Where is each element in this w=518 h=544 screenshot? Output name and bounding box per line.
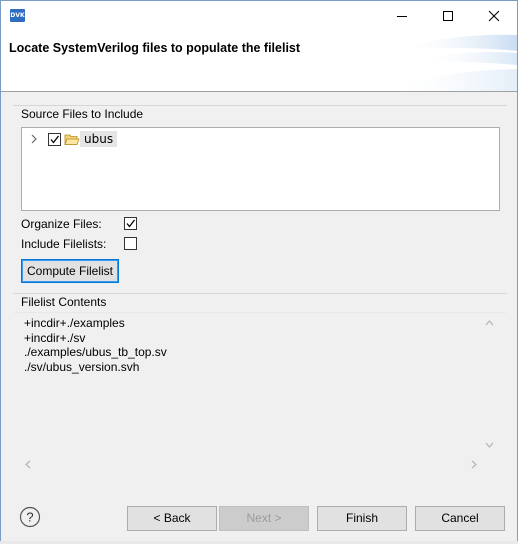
source-files-tree[interactable]: ubus xyxy=(21,127,500,211)
wizard-header: Locate SystemVerilog files to populate t… xyxy=(1,31,517,92)
organize-files-checkbox[interactable] xyxy=(124,217,137,230)
wizard-window: DVK Locate SystemVerilog files to popula… xyxy=(0,0,518,542)
filelist-line: +incdir+./sv xyxy=(24,330,86,345)
checkmark-icon xyxy=(50,135,60,144)
close-button[interactable] xyxy=(471,1,517,31)
minimize-button[interactable] xyxy=(379,1,425,31)
scroll-left-icon[interactable] xyxy=(24,460,32,469)
cancel-button[interactable]: Cancel xyxy=(415,506,505,531)
separator xyxy=(13,105,507,106)
app-icon: DVK xyxy=(10,9,25,22)
help-icon[interactable]: ? xyxy=(19,506,41,528)
filelist-contents-area[interactable]: +incdir+./examples +incdir+./sv ./exampl… xyxy=(14,312,506,477)
svg-text:?: ? xyxy=(26,510,33,525)
scroll-down-icon[interactable] xyxy=(485,441,494,449)
filelist-line: ./examples/ubus_tb_top.sv xyxy=(24,345,167,360)
filelist-contents-group-label: Filelist Contents xyxy=(21,295,107,309)
folder-icon xyxy=(64,134,80,145)
back-button[interactable]: < Back xyxy=(127,506,217,531)
filelist-text[interactable]: +incdir+./examples +incdir+./sv ./exampl… xyxy=(24,316,167,375)
tree-item-label[interactable]: ubus xyxy=(80,131,118,147)
compute-filelist-button[interactable]: Compute Filelist xyxy=(21,259,119,283)
include-filelists-label: Include Filelists: xyxy=(21,237,107,251)
next-button[interactable]: Next > xyxy=(219,506,309,531)
header-banner-graphic xyxy=(387,34,517,91)
tree-item-checkbox[interactable] xyxy=(48,133,61,146)
include-filelists-checkbox[interactable] xyxy=(124,237,137,250)
close-icon xyxy=(488,10,500,22)
source-files-group-label: Source Files to Include xyxy=(21,107,144,121)
maximize-icon xyxy=(443,11,453,21)
minimize-icon xyxy=(397,16,407,17)
page-title: Locate SystemVerilog files to populate t… xyxy=(9,41,301,55)
tree-item-ubus[interactable]: ubus xyxy=(22,130,222,148)
scroll-right-icon[interactable] xyxy=(470,460,478,469)
scroll-up-icon[interactable] xyxy=(485,319,494,327)
checkmark-icon xyxy=(126,219,136,228)
organize-files-label: Organize Files: xyxy=(21,217,102,231)
title-bar[interactable]: DVK xyxy=(1,1,517,31)
maximize-button[interactable] xyxy=(425,1,471,31)
finish-button[interactable]: Finish xyxy=(317,506,407,531)
filelist-line: +incdir+./examples xyxy=(24,316,125,330)
chevron-right-icon[interactable] xyxy=(30,134,38,144)
separator xyxy=(13,293,507,294)
filelist-line: ./sv/ubus_version.svh xyxy=(24,360,140,375)
